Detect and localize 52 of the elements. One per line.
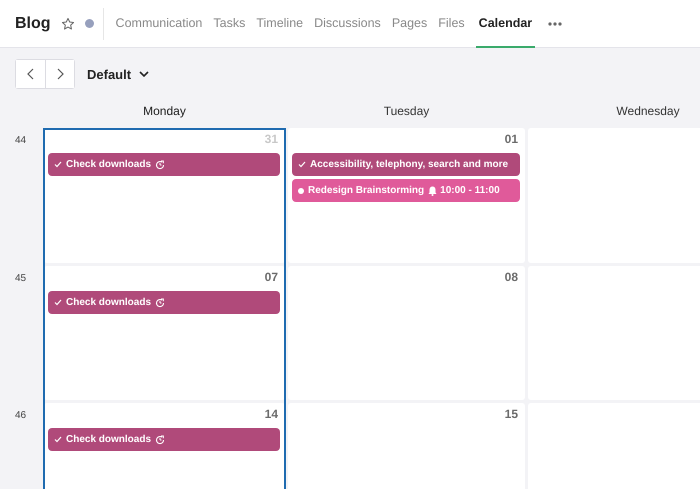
task-event[interactable]: Check downloads	[48, 291, 280, 314]
chevron-left-icon	[27, 68, 34, 80]
check-icon	[298, 161, 306, 168]
date-number: 07	[264, 269, 279, 286]
day-cell[interactable]: 01 Accessibility, telephony, search and more Redesign Brainstorming 10:00 - 11:00	[288, 128, 525, 263]
recurring-icon	[155, 298, 166, 308]
date-number: 15	[504, 406, 519, 423]
next-button[interactable]	[45, 60, 74, 88]
nav-tab[interactable]: Calendar	[476, 0, 536, 48]
day-cell[interactable]: 07 Check downloads	[44, 266, 285, 400]
event-title: Check downloads	[66, 159, 152, 170]
recurring-icon	[155, 160, 166, 170]
task-event[interactable]: Accessibility, telephony, search and more	[292, 153, 520, 176]
recurring-icon	[155, 434, 166, 444]
week-number: 46	[14, 410, 26, 421]
check-icon	[54, 161, 62, 168]
week-number: 44	[14, 135, 26, 146]
calendar-event[interactable]: Redesign Brainstorming 10:00 - 11:00	[292, 179, 520, 202]
event-time: 10:00 - 11:00	[440, 185, 500, 196]
event-title: Check downloads	[66, 434, 152, 445]
check-icon	[54, 299, 62, 306]
view-dropdown[interactable]: Default	[87, 66, 150, 82]
weekday-header: Wednesday	[615, 104, 681, 118]
nav-tab[interactable]: Communication	[116, 0, 202, 48]
more-icon[interactable]	[548, 22, 562, 26]
nav-tab[interactable]: Discussions	[314, 0, 381, 48]
nav-tab[interactable]: Pages	[392, 0, 428, 48]
event-title: Redesign Brainstorming	[308, 185, 424, 196]
project-title: Blog	[15, 14, 51, 32]
weekday-header: Tuesday	[382, 104, 430, 118]
check-icon	[54, 436, 62, 443]
week-number: 45	[14, 273, 26, 284]
bell-icon	[428, 186, 438, 196]
date-number: 14	[264, 406, 279, 423]
day-cell[interactable]: 15	[288, 403, 525, 489]
nav-tab[interactable]: Files	[438, 0, 465, 48]
status-dot-icon	[84, 19, 94, 28]
day-cell[interactable]: 08	[288, 266, 525, 400]
task-event[interactable]: Check downloads	[48, 153, 280, 176]
chevron-right-icon	[56, 68, 64, 80]
task-event[interactable]: Check downloads	[48, 428, 280, 451]
dot-icon	[298, 188, 304, 194]
nav-tab[interactable]: Timeline	[256, 0, 304, 48]
caret-icon	[139, 71, 150, 77]
date-number: 01	[504, 131, 519, 148]
star-icon[interactable]	[60, 16, 75, 30]
event-title: Accessibility, telephony, search and more	[310, 159, 508, 170]
weekday-header: Monday	[142, 104, 187, 118]
day-cell[interactable]: 14 Check downloads	[44, 403, 285, 489]
event-title: Check downloads	[66, 297, 152, 308]
nav-tab[interactable]: Tasks	[213, 0, 246, 48]
date-number: 08	[504, 269, 519, 286]
